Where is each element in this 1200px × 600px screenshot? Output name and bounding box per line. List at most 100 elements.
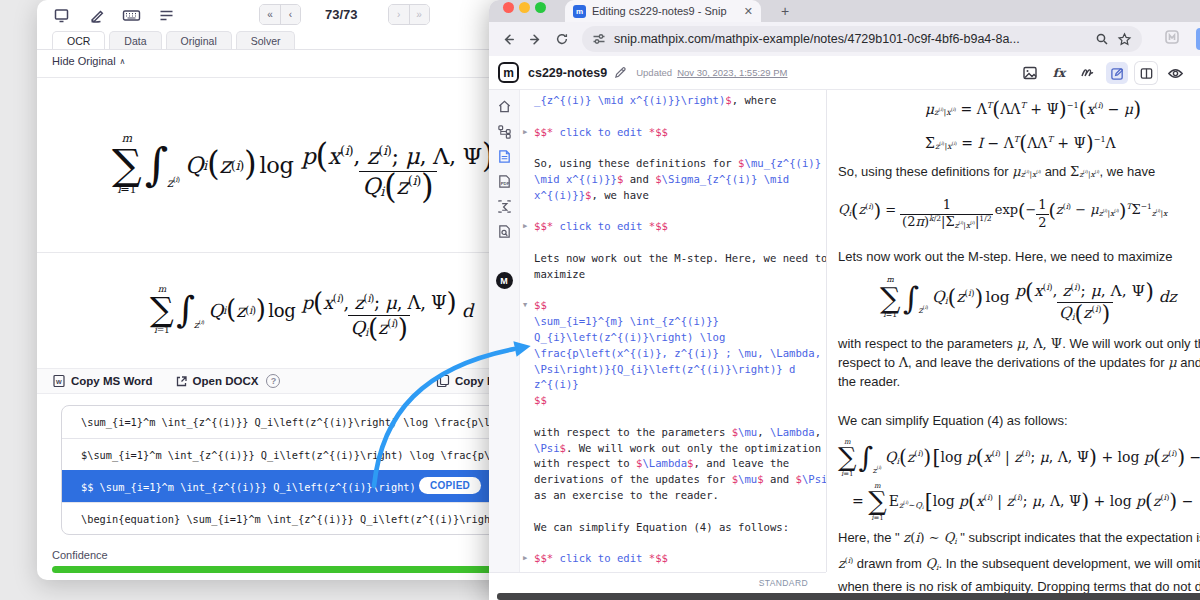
screenshot-icon[interactable]: [50, 4, 72, 26]
updated-timestamp[interactable]: Nov 30, 2023, 1:55:29 PM: [677, 67, 787, 78]
next-page-button[interactable]: ›: [389, 5, 409, 24]
preview-equation[interactable]: m∑i=1 ∫z(i) Qi(z(i)) log p(x(i), z(i); μ…: [838, 276, 1200, 320]
source-line[interactable]: \Psi\right)}{Q_{i}\left(z^{(i)}\right)} …: [534, 362, 826, 378]
last-page-button[interactable]: »: [409, 5, 429, 24]
preview-equation[interactable]: Σz(i)|x(i) = I − ΛT(ΛΛT + Ψ)−1Λ: [838, 134, 1200, 152]
minimize-window-button[interactable]: [519, 2, 530, 13]
source-line[interactable]: [534, 109, 826, 125]
preview-paragraph-line[interactable]: when there is no risk of ambiguity. Drop…: [838, 577, 1200, 593]
pdf-icon[interactable]: PDF: [489, 169, 520, 194]
rendered-preview-pane[interactable]: μz(i)|x(i) = ΛT(ΛΛT + Ψ)−1(x(i) − μ) Σz(i…: [827, 90, 1200, 593]
handwriting-icon[interactable]: [1077, 62, 1099, 84]
source-line[interactable]: maximize: [534, 267, 826, 283]
url-text[interactable]: snip.mathpix.com/mathpix-example/notes/4…: [614, 32, 1087, 46]
rename-icon[interactable]: [614, 66, 627, 79]
source-line[interactable]: [534, 283, 826, 299]
split-view-icon[interactable]: [1135, 62, 1157, 84]
close-window-button[interactable]: [503, 2, 514, 13]
source-line[interactable]: z^{(i)}: [534, 377, 826, 393]
forward-icon[interactable]: [528, 32, 543, 47]
source-line[interactable]: So, using these definitions for $\mu_{z^…: [534, 156, 826, 172]
fold-marker-icon[interactable]: ▶: [523, 125, 527, 141]
preview-paragraph-line[interactable]: Here, the " z(i) ∼ Qi " subscript indica…: [838, 528, 1200, 551]
tab-data[interactable]: Data: [109, 31, 161, 49]
document-icon[interactable]: [489, 144, 520, 169]
source-line[interactable]: x^{(i)}}$, we have: [534, 188, 826, 204]
source-line[interactable]: $$: [534, 393, 826, 409]
source-line[interactable]: [534, 235, 826, 251]
browser-profile-avatar[interactable]: [1196, 28, 1200, 50]
new-tab-button[interactable]: +: [781, 3, 789, 19]
fx-icon[interactable]: fx: [1048, 62, 1070, 84]
source-line[interactable]: [534, 535, 826, 551]
fold-marker-icon[interactable]: ▶: [523, 219, 527, 235]
insert-image-icon[interactable]: [1019, 62, 1041, 84]
markdown-source-pane[interactable]: _{z^{(i)} \mid x^{(i)}}\right)$, where▶$…: [520, 90, 826, 572]
mathpix-extension-icon[interactable]: [1164, 29, 1180, 49]
preview-paragraph-line[interactable]: We can simplify Equation (4) as follows:: [838, 411, 1200, 430]
open-docx-button[interactable]: Open DOCX: [175, 375, 259, 388]
prev-page-button[interactable]: ‹: [280, 5, 300, 24]
preview-paragraph-line[interactable]: So, using these definitions for μz(i)|x(…: [838, 162, 1200, 185]
source-line[interactable]: Q_{i}\left(z^{(i)}\right) \log: [534, 330, 826, 346]
source-line[interactable]: with respect to $\Lambda$, and leave the: [534, 456, 826, 472]
zoom-icon[interactable]: [1095, 32, 1109, 46]
horizontal-scrollbar[interactable]: [497, 593, 1200, 600]
reload-icon[interactable]: [555, 32, 569, 46]
source-line[interactable]: ▶$$* click to edit *$$: [534, 551, 826, 567]
copy-ms-word-button[interactable]: W Copy MS Word: [52, 374, 153, 388]
fold-marker-icon[interactable]: ▼: [523, 298, 527, 314]
preview-equation[interactable]: = m∑i=1 Ez(i)∼Qi [log p(x(i) | z(i); μ, …: [838, 482, 1200, 522]
tree-icon[interactable]: [489, 119, 520, 144]
first-page-button[interactable]: «: [260, 5, 280, 24]
address-bar[interactable]: snip.mathpix.com/mathpix-example/notes/4…: [582, 26, 1142, 52]
preview-paragraph-line[interactable]: Lets now work out the M-step. Here, we n…: [838, 247, 1200, 266]
source-line[interactable]: \frac{p\left(x^{(i)}, z^{(i)} ; \mu, \La…: [534, 346, 826, 362]
source-line[interactable]: \sum_{i=1}^{m} \int_{z^{(i)}}: [534, 314, 826, 330]
help-icon[interactable]: ?: [266, 374, 280, 388]
source-line[interactable]: [534, 504, 826, 520]
source-line[interactable]: ▶$$* click to edit *$$: [534, 219, 826, 235]
source-line[interactable]: _{z^{(i)} \mid x^{(i)}}\right)$, where: [534, 93, 826, 109]
tab-original[interactable]: Original: [166, 31, 232, 49]
browser-tab[interactable]: m Editing cs229-notes9 - Snip ✕: [565, 0, 761, 22]
preview-paragraph-line[interactable]: z(i) drawn from Qi. In the subsequent de…: [838, 551, 1200, 577]
preview-eye-icon[interactable]: [1164, 62, 1186, 84]
lines-icon[interactable]: [155, 4, 177, 26]
source-line[interactable]: Lets now work out the M-step. Here, we n…: [534, 251, 826, 267]
preview-equation[interactable]: μz(i)|x(i) = ΛT(ΛΛT + Ψ)−1(x(i) − μ): [838, 100, 1200, 118]
hide-original-toggle[interactable]: Hide Original ∧: [52, 55, 125, 67]
tab-solver[interactable]: Solver: [236, 31, 296, 49]
source-line[interactable]: with respect to the parameters $\mu, \La…: [534, 425, 826, 441]
source-line[interactable]: \mid x^{(i)}}$ and $\Sigma_{z^{(i)} \mid: [534, 172, 826, 188]
preview-equation[interactable]: m∑i=1 ∫z(i) Qi(z(i)) [log p(x(i) | z(i);…: [838, 438, 1200, 478]
fold-marker-icon[interactable]: ▶: [523, 551, 527, 567]
bookmark-star-icon[interactable]: [1117, 32, 1132, 47]
pen-icon[interactable]: [85, 4, 107, 26]
preview-paragraph-line[interactable]: respect to Λ, and leave the derivations …: [838, 353, 1200, 372]
source-line[interactable]: [534, 409, 826, 425]
user-avatar[interactable]: M: [496, 272, 513, 289]
source-line[interactable]: We can simplify Equation (4) as follows:: [534, 520, 826, 536]
sigma-icon[interactable]: [489, 194, 520, 219]
source-line[interactable]: \Psi$. We will work out only the optimiz…: [534, 441, 826, 457]
source-line[interactable]: [534, 140, 826, 156]
source-line[interactable]: ▶$$* click to edit *$$: [534, 125, 826, 141]
source-line[interactable]: ▼$$: [534, 298, 826, 314]
edit-mode-icon[interactable]: [1106, 62, 1128, 84]
doc-search-icon[interactable]: [489, 219, 520, 244]
preview-equation[interactable]: Qi(z(i)) = 1(2π)k/2|Σz(i)|x(i)|1/2 exp(−…: [838, 194, 1200, 227]
site-settings-icon[interactable]: [592, 32, 606, 46]
standard-mode-label[interactable]: STANDARD: [759, 578, 808, 588]
source-line[interactable]: [534, 204, 826, 220]
preview-paragraph-line[interactable]: with respect to the parameters μ, Λ, Ψ. …: [838, 334, 1200, 353]
zoom-window-button[interactable]: [535, 2, 546, 13]
back-icon[interactable]: [501, 32, 516, 47]
preview-paragraph-line[interactable]: the reader.: [838, 372, 1200, 391]
tab-ocr[interactable]: OCR: [52, 31, 105, 49]
source-line[interactable]: derivations of the updates for $\mu$ and…: [534, 472, 826, 488]
source-line[interactable]: as an exercise to the reader.: [534, 488, 826, 504]
home-icon[interactable]: [489, 94, 520, 119]
keyboard-icon[interactable]: [120, 4, 142, 26]
close-tab-icon[interactable]: ✕: [744, 5, 753, 18]
